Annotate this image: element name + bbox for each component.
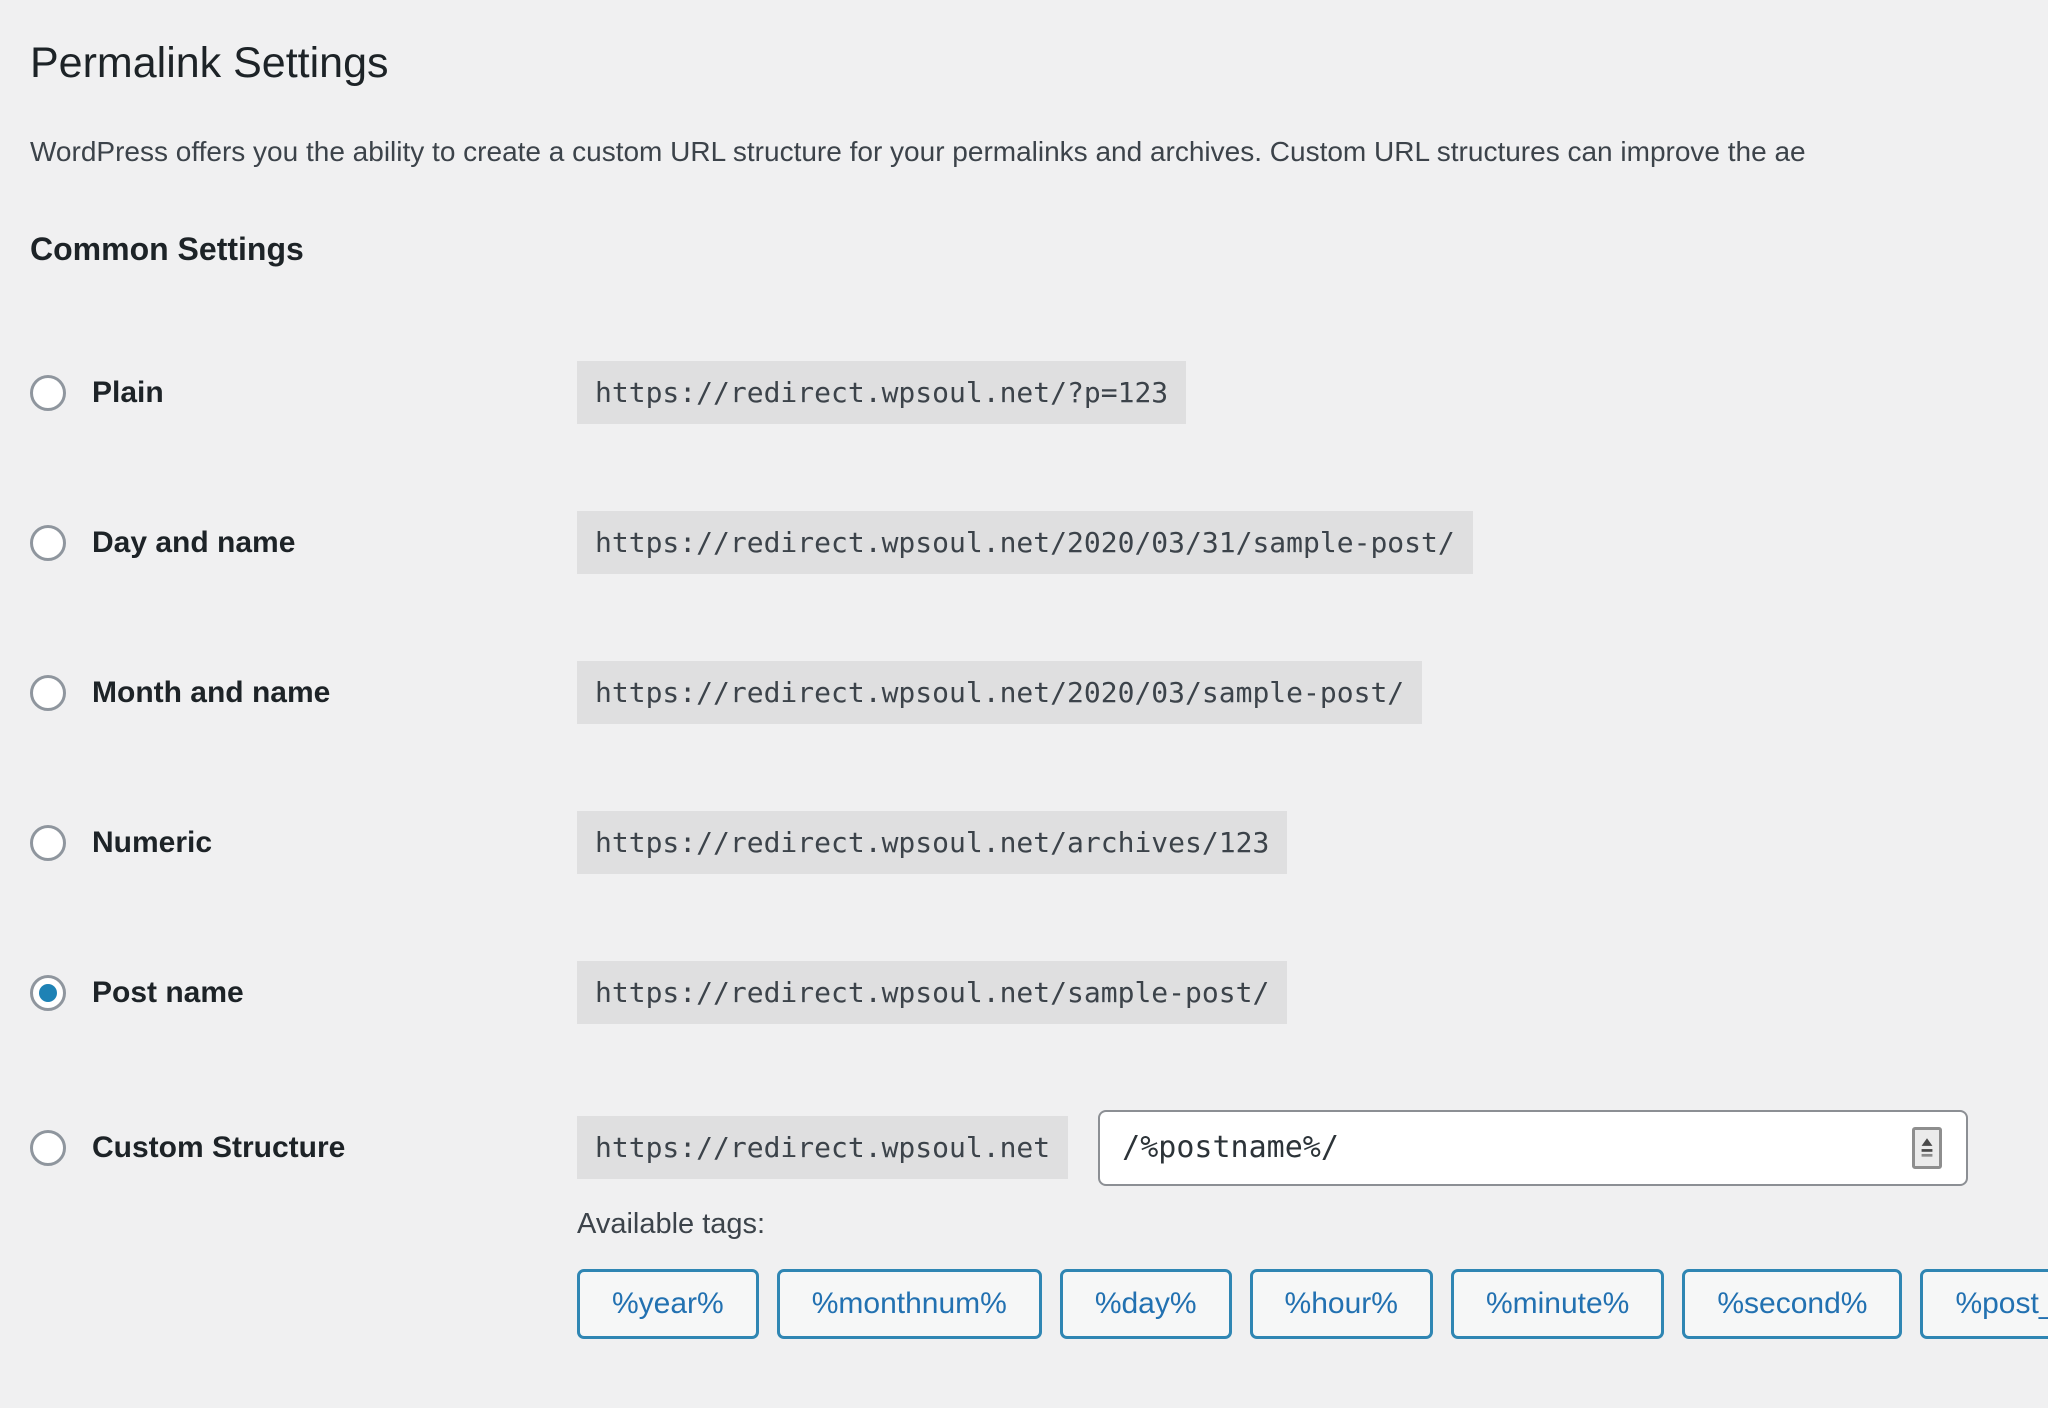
option-row-month-and-name: Month and name https://redirect.wpsoul.n… bbox=[30, 660, 2048, 726]
available-tags-block: Available tags: %year% %monthnum% %day% … bbox=[577, 1208, 2048, 1339]
option-control-custom-structure: Custom Structure bbox=[30, 1130, 577, 1166]
page-title: Permalink Settings bbox=[30, 38, 2048, 90]
option-row-numeric: Numeric https://redirect.wpsoul.net/arch… bbox=[30, 810, 2048, 876]
tag-button-day[interactable]: %day% bbox=[1060, 1269, 1232, 1339]
option-label-month-and-name[interactable]: Month and name bbox=[92, 676, 330, 710]
radio-post-name[interactable] bbox=[30, 975, 66, 1011]
intro-text: WordPress offers you the ability to crea… bbox=[30, 134, 2048, 169]
permalink-example-month-and-name: https://redirect.wpsoul.net/2020/03/samp… bbox=[577, 661, 1422, 724]
option-control-post-name: Post name bbox=[30, 975, 577, 1011]
autofill-icon[interactable] bbox=[1912, 1127, 1942, 1169]
option-row-plain: Plain https://redirect.wpsoul.net/?p=123 bbox=[30, 360, 2048, 426]
radio-plain[interactable] bbox=[30, 375, 66, 411]
radio-month-and-name[interactable] bbox=[30, 675, 66, 711]
option-control-plain: Plain bbox=[30, 375, 577, 411]
common-settings-options: Plain https://redirect.wpsoul.net/?p=123… bbox=[30, 360, 2048, 1186]
option-label-numeric[interactable]: Numeric bbox=[92, 826, 212, 860]
option-label-post-name[interactable]: Post name bbox=[92, 976, 244, 1010]
radio-numeric[interactable] bbox=[30, 825, 66, 861]
option-label-custom-structure[interactable]: Custom Structure bbox=[92, 1131, 345, 1165]
section-heading: Common Settings bbox=[30, 231, 2048, 268]
option-control-day-and-name: Day and name bbox=[30, 525, 577, 561]
radio-custom-structure[interactable] bbox=[30, 1130, 66, 1166]
option-label-plain[interactable]: Plain bbox=[92, 376, 164, 410]
option-row-custom-structure: Custom Structure https://redirect.wpsoul… bbox=[30, 1110, 2048, 1186]
custom-structure-input[interactable] bbox=[1098, 1110, 1968, 1186]
tag-button-monthnum[interactable]: %monthnum% bbox=[777, 1269, 1042, 1339]
permalink-example-plain: https://redirect.wpsoul.net/?p=123 bbox=[577, 361, 1186, 424]
custom-structure-prefix: https://redirect.wpsoul.net bbox=[577, 1116, 1068, 1179]
tag-button-hour[interactable]: %hour% bbox=[1250, 1269, 1433, 1339]
available-tags-label: Available tags: bbox=[577, 1208, 2048, 1241]
tag-button-minute[interactable]: %minute% bbox=[1451, 1269, 1664, 1339]
tag-button-post-id[interactable]: %post_id% bbox=[1920, 1269, 2048, 1339]
permalink-example-day-and-name: https://redirect.wpsoul.net/2020/03/31/s… bbox=[577, 511, 1473, 574]
permalink-settings-page: Permalink Settings WordPress offers you … bbox=[30, 38, 2048, 1339]
custom-structure-controls: https://redirect.wpsoul.net bbox=[577, 1110, 1968, 1186]
option-label-day-and-name[interactable]: Day and name bbox=[92, 526, 295, 560]
option-control-month-and-name: Month and name bbox=[30, 675, 577, 711]
tag-button-second[interactable]: %second% bbox=[1682, 1269, 1902, 1339]
permalink-example-post-name: https://redirect.wpsoul.net/sample-post/ bbox=[577, 961, 1287, 1024]
option-row-post-name: Post name https://redirect.wpsoul.net/sa… bbox=[30, 960, 2048, 1026]
option-control-numeric: Numeric bbox=[30, 825, 577, 861]
radio-day-and-name[interactable] bbox=[30, 525, 66, 561]
tag-button-year[interactable]: %year% bbox=[577, 1269, 759, 1339]
available-tags-row: %year% %monthnum% %day% %hour% %minute% … bbox=[577, 1269, 2048, 1339]
option-row-day-and-name: Day and name https://redirect.wpsoul.net… bbox=[30, 510, 2048, 576]
custom-structure-input-wrap bbox=[1098, 1110, 1968, 1186]
permalink-example-numeric: https://redirect.wpsoul.net/archives/123 bbox=[577, 811, 1287, 874]
